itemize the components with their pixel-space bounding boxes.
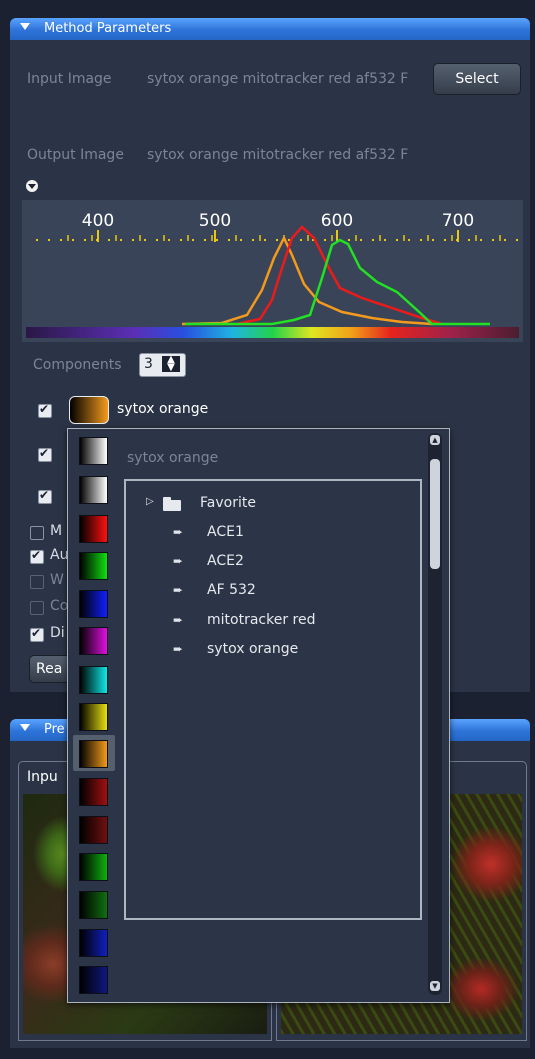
component-checkbox-2[interactable] bbox=[38, 446, 52, 462]
swatch-yellow[interactable] bbox=[79, 703, 108, 731]
component-color-button-1[interactable] bbox=[69, 396, 109, 424]
component-checkbox-1[interactable] bbox=[38, 402, 52, 418]
option-label-4: Co bbox=[50, 598, 69, 614]
option-label-2: Au bbox=[50, 547, 69, 563]
method-parameters-title: Method Parameters bbox=[44, 21, 172, 36]
input-preview-tab[interactable]: Inpu bbox=[27, 769, 58, 785]
swatch-magenta[interactable] bbox=[79, 627, 108, 655]
swatch-white-1[interactable] bbox=[79, 437, 108, 465]
output-image-value: sytox orange mitotracker red af532 F bbox=[147, 147, 409, 163]
components-spinbox[interactable]: 3 ▲ ▼ bbox=[139, 353, 186, 377]
select-button[interactable]: Select bbox=[433, 63, 521, 95]
scroll-down-icon[interactable]: ▼ bbox=[430, 981, 440, 991]
input-image-label: Input Image bbox=[27, 71, 112, 87]
popup-scrollbar[interactable]: ▲ ▼ bbox=[428, 433, 442, 995]
scroll-up-icon[interactable]: ▲ bbox=[430, 435, 440, 445]
component-name-1: sytox orange bbox=[117, 401, 209, 417]
collapse-icon bbox=[20, 23, 30, 30]
tick-label-400: 400 bbox=[82, 211, 114, 231]
tree-item-mitotracker-red[interactable]: mitotracker red bbox=[207, 612, 315, 628]
option-checkbox-1[interactable] bbox=[30, 526, 44, 540]
components-label: Components bbox=[33, 357, 122, 373]
option-checkbox-5[interactable] bbox=[30, 626, 44, 642]
swatch-green[interactable] bbox=[79, 552, 108, 580]
dye-icon: ➨ bbox=[173, 642, 184, 656]
component-checkbox-3[interactable] bbox=[38, 488, 52, 504]
dye-tree bbox=[124, 479, 422, 920]
dye-icon: ➨ bbox=[173, 525, 184, 539]
swatch-dark-blue[interactable] bbox=[79, 966, 108, 994]
tick-label-700: 700 bbox=[442, 211, 474, 231]
emission-spectrum-chart: 400 500 600 700 bbox=[22, 200, 523, 342]
option-label-5: Di bbox=[50, 625, 65, 641]
tree-folder-favorite[interactable]: Favorite bbox=[200, 495, 256, 511]
swatch-dark-green[interactable] bbox=[79, 891, 108, 919]
option-label-3: W bbox=[50, 572, 64, 588]
option-checkbox-3[interactable] bbox=[30, 575, 44, 589]
dye-icon: ➨ bbox=[173, 583, 184, 597]
folder-icon bbox=[163, 497, 181, 511]
spin-arrows-icon[interactable]: ▲ ▼ bbox=[162, 355, 180, 373]
swatch-blue-2[interactable] bbox=[79, 929, 108, 957]
color-selection-popup: sytox orange ▲ ▼ bbox=[67, 428, 450, 1003]
swatch-orange[interactable] bbox=[79, 740, 108, 768]
expand-arrow-icon[interactable]: ▷ bbox=[146, 496, 154, 507]
swatch-cyan[interactable] bbox=[79, 666, 108, 694]
tree-item-af532[interactable]: AF 532 bbox=[207, 582, 256, 598]
option-label-1: M bbox=[50, 523, 63, 539]
swatch-red[interactable] bbox=[79, 515, 108, 543]
tree-item-sytox-orange[interactable]: sytox orange bbox=[207, 641, 298, 657]
swatch-white-2[interactable] bbox=[79, 476, 108, 504]
components-count: 3 bbox=[144, 356, 153, 372]
input-image-value: sytox orange mitotracker red af532 F bbox=[147, 71, 409, 87]
tick-label-500: 500 bbox=[199, 211, 231, 231]
dye-icon: ➨ bbox=[173, 554, 184, 568]
wavelength-color-bar bbox=[26, 327, 519, 338]
popup-current-dye: sytox orange bbox=[127, 450, 219, 466]
tree-item-ace2[interactable]: ACE2 bbox=[207, 553, 244, 569]
swatch-green-2[interactable] bbox=[79, 853, 108, 881]
read-button-label: Rea bbox=[36, 661, 63, 677]
tree-item-ace1[interactable]: ACE1 bbox=[207, 524, 244, 540]
output-image-label: Output Image bbox=[27, 147, 124, 163]
tick-label-600: 600 bbox=[321, 211, 353, 231]
preview-title: Pre bbox=[44, 722, 65, 737]
dye-icon: ➨ bbox=[173, 613, 184, 627]
scroll-thumb[interactable] bbox=[430, 459, 440, 569]
swatch-blue[interactable] bbox=[79, 590, 108, 618]
method-parameters-header[interactable]: Method Parameters bbox=[10, 18, 530, 40]
expand-spectrum-icon[interactable] bbox=[26, 180, 38, 192]
swatch-darker-red[interactable] bbox=[79, 816, 108, 844]
swatch-dark-red[interactable] bbox=[79, 778, 108, 806]
option-checkbox-2[interactable] bbox=[30, 548, 44, 564]
option-checkbox-4[interactable] bbox=[30, 601, 44, 615]
collapse-icon bbox=[20, 724, 30, 731]
